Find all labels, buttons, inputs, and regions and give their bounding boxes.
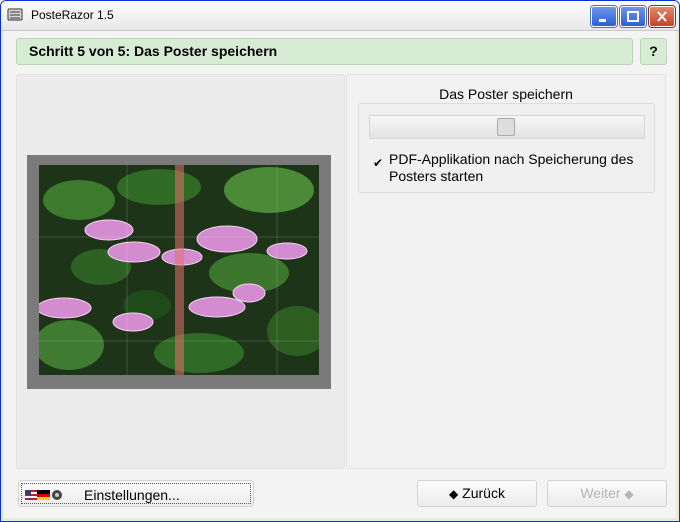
step-title: Schritt 5 von 5: Das Poster speichern xyxy=(29,43,278,59)
save-poster-group: ✔ PDF-Applikation nach Speicherung des P… xyxy=(358,103,655,193)
poster-preview-frame xyxy=(27,155,331,389)
language-flags-icon xyxy=(25,490,62,500)
save-poster-heading: Das Poster speichern xyxy=(439,86,573,102)
step-header: Schritt 5 von 5: Das Poster speichern xyxy=(16,38,633,65)
settings-label: Einstellungen... xyxy=(84,487,180,503)
minimize-icon xyxy=(599,19,606,22)
next-button[interactable]: Weiter ◆ xyxy=(547,480,667,507)
save-poster-button[interactable] xyxy=(369,115,645,139)
poster-preview-image xyxy=(39,165,319,375)
app-icon xyxy=(7,8,23,21)
maximize-icon xyxy=(627,11,639,22)
back-button[interactable]: ◆ Zurück xyxy=(417,480,537,507)
back-button-content: ◆ Zurück xyxy=(418,485,536,501)
save-poster-panel: Das Poster speichern ✔ PDF-Applikation n… xyxy=(346,74,666,469)
title-bar[interactable]: PosteRazor 1.5 xyxy=(1,1,679,31)
settings-button[interactable]: Einstellungen... xyxy=(18,480,254,507)
close-button[interactable] xyxy=(649,6,675,27)
arrow-right-icon: ◆ xyxy=(624,487,634,501)
save-icon xyxy=(497,118,515,136)
posterazor-window: PosteRazor 1.5 Schritt 5 von 5: Das Post… xyxy=(0,0,680,522)
checkmark-icon: ✔ xyxy=(373,156,384,170)
minimize-button[interactable] xyxy=(591,6,617,27)
window-title: PosteRazor 1.5 xyxy=(31,8,114,22)
next-button-content: Weiter ◆ xyxy=(548,485,666,501)
close-icon xyxy=(657,11,667,22)
open-pdf-checkbox-label: PDF-Applikation nach Speicherung des Pos… xyxy=(389,151,634,184)
help-button[interactable]: ? xyxy=(640,38,667,65)
back-label: Zurück xyxy=(462,485,505,501)
arrow-left-icon: ◆ xyxy=(449,487,459,501)
wizard-content: Schritt 5 von 5: Das Poster speichern ? xyxy=(4,31,676,518)
settings-focus-rect: Einstellungen... xyxy=(21,483,251,504)
next-label: Weiter xyxy=(580,485,621,501)
poster-preview-panel xyxy=(16,74,345,469)
maximize-button[interactable] xyxy=(620,6,646,27)
